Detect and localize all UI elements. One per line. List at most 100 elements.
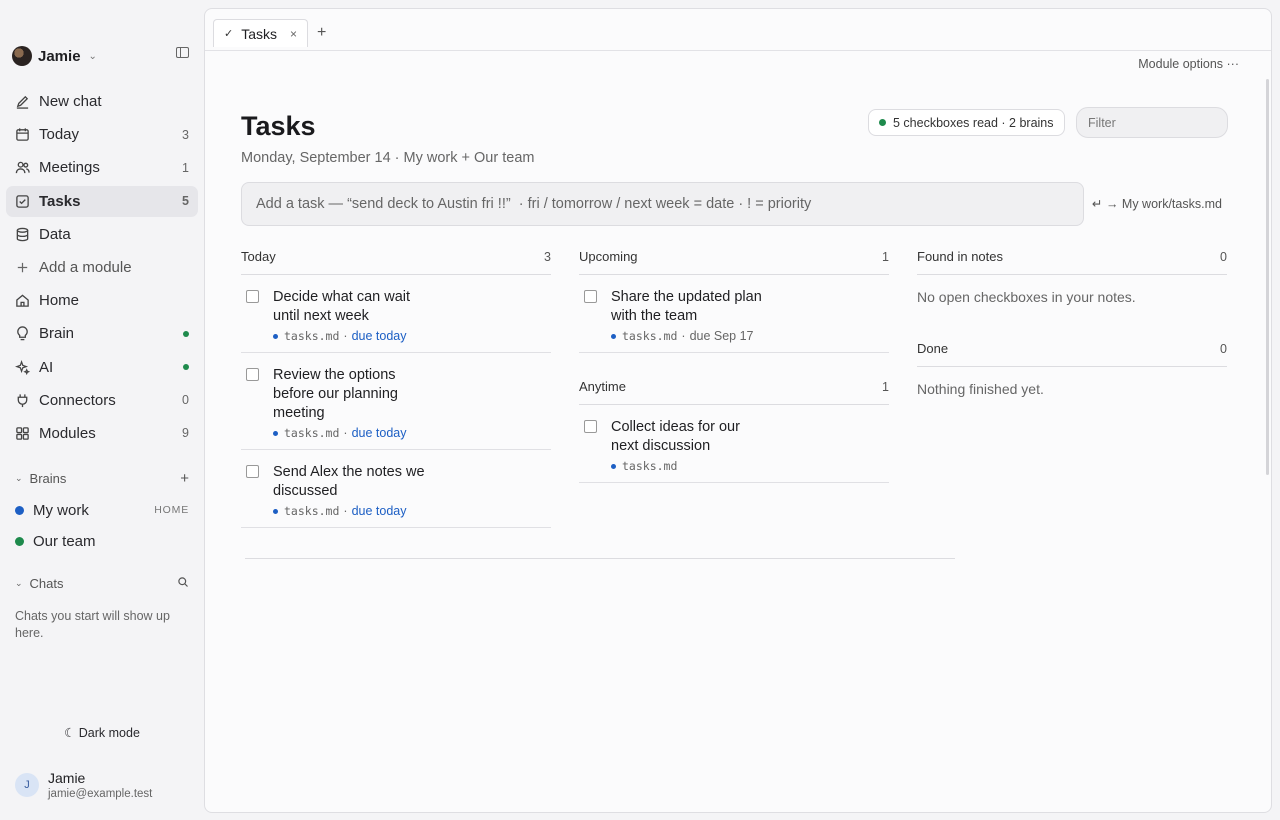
sidebar-item-label: Home (39, 292, 80, 310)
brain-item-my-work[interactable]: My work HOME (15, 500, 189, 520)
task-item[interactable]: Collect ideas for our next discussion ta… (579, 405, 889, 483)
chats-section-header[interactable]: ⌄ Chats (15, 575, 189, 591)
status-dot (183, 364, 189, 370)
user-profile[interactable]: J Jamie jamie@example.test (15, 770, 152, 800)
sidebar-item-label: Modules (39, 424, 96, 442)
status-badge: 5 checkboxes read · 2 brains (868, 109, 1065, 136)
sidebar-item-count: 1 (182, 160, 189, 175)
module-options-button[interactable]: Module options ··· (1138, 57, 1239, 71)
task-file[interactable]: tasks.md (284, 329, 339, 343)
column-header: Upcoming 1 (579, 247, 889, 275)
user-email: jamie@example.test (48, 788, 153, 800)
column-upcoming: Upcoming 1 Share the updated plan with t… (579, 247, 889, 353)
workspace-avatar (12, 46, 32, 66)
column-found-in-notes: Found in notes 0 No open checkboxes in y… (917, 247, 1227, 305)
brain-color-dot (273, 333, 278, 339)
grid-icon (15, 426, 30, 441)
status-badge-text: 5 checkboxes read · 2 brains (893, 115, 1054, 130)
task-file[interactable]: tasks.md (622, 329, 677, 343)
column-today: Today 3 Decide what can wait until next … (241, 247, 551, 528)
sidebar-item-connectors[interactable]: Connectors 0 (6, 385, 198, 416)
sidebar-item-meetings[interactable]: Meetings 1 (6, 152, 198, 183)
add-task-input[interactable] (241, 182, 1084, 226)
brain-item-our-team[interactable]: Our team (15, 531, 189, 551)
task-meta: tasks.md (611, 459, 889, 473)
dark-mode-toggle[interactable]: ☾ Dark mode (0, 725, 204, 740)
meta-separator: · (343, 329, 348, 343)
sidebar-item-label: AI (39, 358, 54, 376)
task-checkbox[interactable] (246, 465, 259, 478)
sidebar-nav: New chat Today 3 Meetings 1 Tasks 5 Data… (6, 86, 198, 451)
task-due: due today (351, 504, 407, 518)
tab-tasks[interactable]: ✓ Tasks × (213, 19, 308, 47)
column-count: 0 (1220, 341, 1227, 356)
column-title: Anytime (579, 379, 626, 394)
column-header: Anytime 1 (579, 377, 889, 405)
sidebar-item-add-module[interactable]: Add a module (6, 252, 198, 283)
brains-section-header[interactable]: ⌄ Brains + (15, 470, 189, 487)
checkbox-icon (15, 194, 30, 209)
sidebar-item-data[interactable]: Data (6, 219, 198, 250)
sidebar-item-brain[interactable]: Brain (6, 318, 198, 349)
sidebar-item-label: Meetings (39, 159, 100, 177)
sidebar-item-ai[interactable]: AI (6, 352, 198, 383)
brain-color-dot (273, 430, 278, 436)
task-item[interactable]: Send Alex the notes we discussed tasks.m… (241, 450, 551, 528)
add-task-target-hint: ↵ → My work/tasks.md (1092, 197, 1222, 211)
workspace-switcher[interactable]: Jamie ⌄ (12, 45, 97, 67)
task-item[interactable]: Share the updated plan with the team tas… (579, 275, 889, 353)
sidebar-item-label: Add a module (39, 258, 132, 276)
meta-separator: · (681, 329, 686, 343)
sidebar-item-new-chat[interactable]: New chat (6, 86, 198, 117)
search-icon[interactable] (177, 575, 189, 592)
sidebar-item-modules[interactable]: Modules 9 (6, 418, 198, 449)
tab-label: Tasks (241, 25, 278, 42)
brain-label: Our team (33, 532, 96, 550)
task-due: due Sep 17 (689, 329, 754, 343)
sidebar-toggle-icon[interactable] (176, 47, 189, 58)
task-checkbox[interactable] (246, 368, 259, 381)
column-title: Found in notes (917, 249, 1004, 264)
sidebar-item-label: New chat (39, 93, 102, 110)
task-item[interactable]: Review the options before our planning m… (241, 353, 551, 450)
scrollbar[interactable] (1266, 79, 1269, 475)
sidebar-item-today[interactable]: Today 3 (6, 119, 198, 150)
task-file[interactable]: tasks.md (284, 504, 339, 518)
task-checkbox[interactable] (584, 290, 597, 303)
task-due: due today (351, 426, 407, 440)
column-count: 1 (882, 379, 889, 394)
sidebar-item-tasks[interactable]: Tasks 5 (6, 185, 198, 217)
column-count: 1 (882, 249, 889, 264)
task-title: Review the options before our planning m… (273, 367, 398, 421)
brain-color-dot (611, 463, 616, 469)
column-done: Done 0 Nothing finished yet. (917, 339, 1227, 397)
column-count: 0 (1220, 249, 1227, 264)
task-title: Decide what can wait until next week (273, 289, 411, 324)
filter-input[interactable] (1076, 107, 1228, 138)
add-brain-icon[interactable]: + (180, 470, 189, 487)
sidebar-item-home[interactable]: Home (6, 285, 198, 316)
task-meta: tasks.md · due today (273, 426, 551, 440)
task-title: Share the updated plan with the team (611, 289, 762, 324)
moon-icon: ☾ (64, 726, 76, 740)
task-file[interactable]: tasks.md (284, 426, 339, 440)
lightbulb-icon (15, 326, 30, 341)
brain-color-dot (15, 505, 24, 515)
task-meta: tasks.md · due today (273, 329, 551, 343)
brain-color-dot (15, 536, 24, 546)
brain-tag: HOME (154, 504, 189, 516)
status-dot (879, 119, 886, 126)
task-checkbox[interactable] (246, 290, 259, 303)
column-count: 3 (544, 249, 551, 264)
task-file[interactable]: tasks.md (622, 459, 677, 473)
sidebar-item-label: Today (39, 126, 80, 144)
workspace-name: Jamie (38, 47, 81, 65)
sidebar-item-label: Brain (39, 325, 75, 343)
task-meta: tasks.md · due Sep 17 (611, 329, 889, 343)
main-panel: ✓ Tasks × + Module options ··· Tasks Mon… (204, 8, 1272, 813)
task-checkbox[interactable] (584, 420, 597, 433)
close-icon[interactable]: × (290, 27, 297, 41)
task-item[interactable]: Decide what can wait until next week tas… (241, 275, 551, 353)
column-empty-text: Nothing finished yet. (917, 381, 1044, 397)
new-tab-button[interactable]: + (317, 24, 326, 42)
